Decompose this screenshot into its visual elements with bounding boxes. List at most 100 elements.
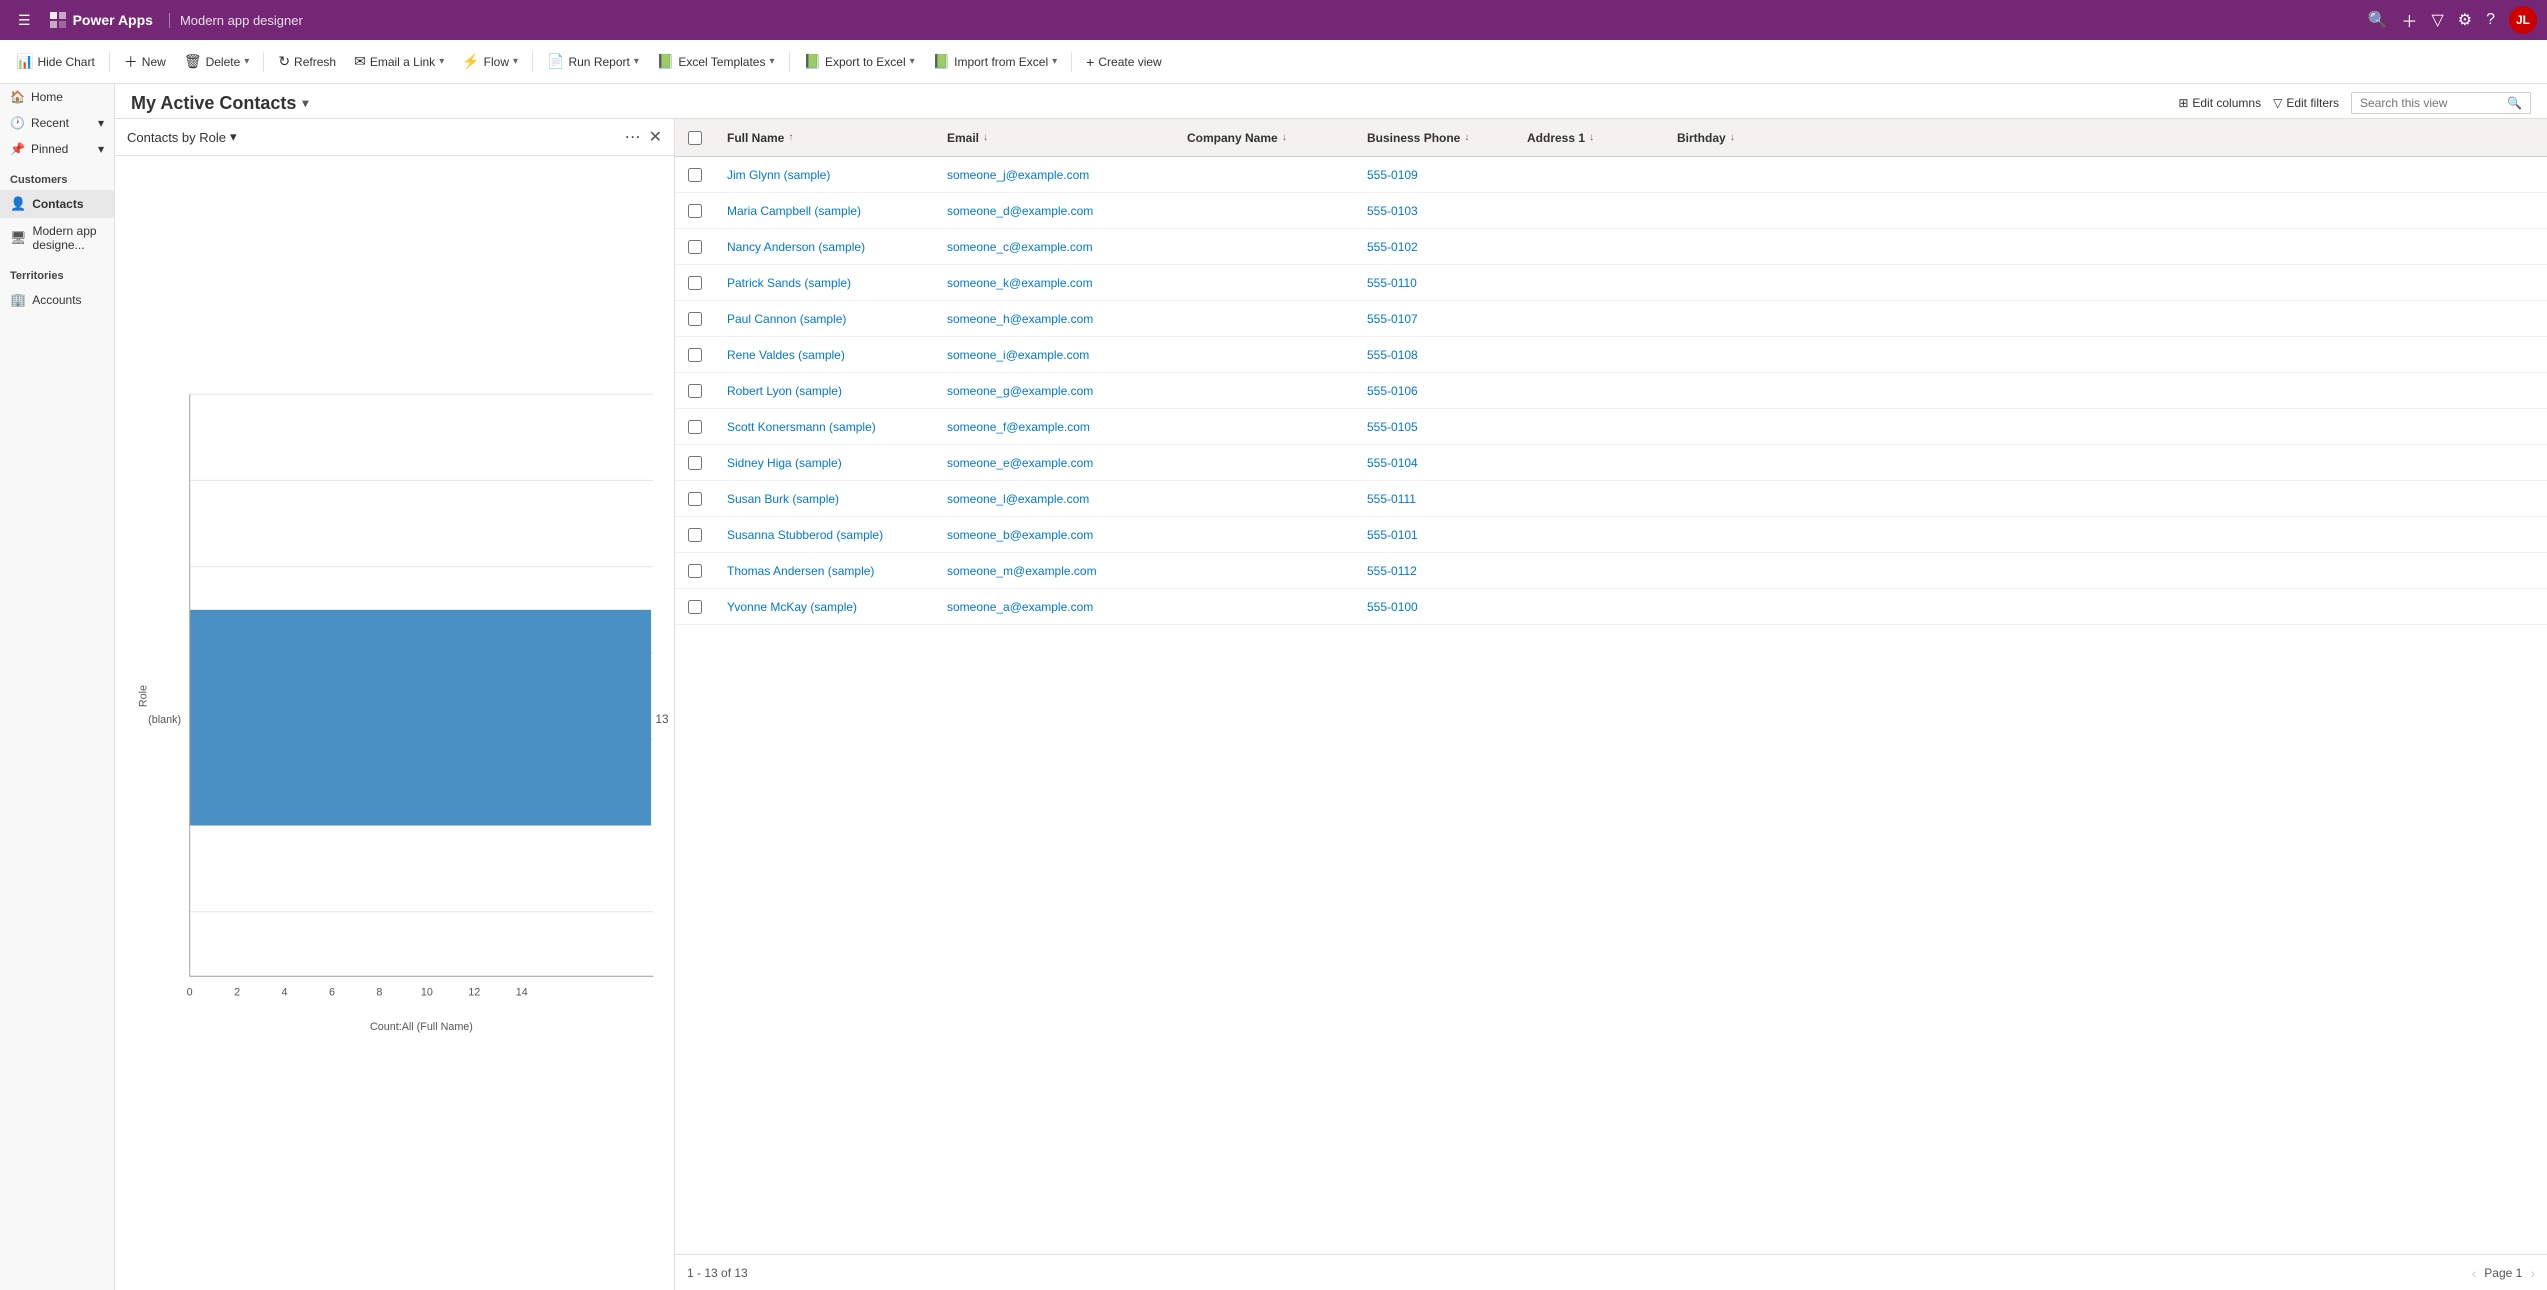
add-icon[interactable]: ＋ bbox=[2401, 8, 2417, 32]
row-checkbox[interactable] bbox=[675, 600, 715, 614]
email-dropdown-arrow[interactable]: ▾ bbox=[439, 56, 444, 67]
cell-email[interactable]: someone_b@example.com bbox=[935, 528, 1175, 542]
row-checkbox[interactable] bbox=[675, 564, 715, 578]
avatar[interactable]: JL bbox=[2509, 6, 2537, 34]
sidebar-item-pinned[interactable]: 📌 Pinned ▾ bbox=[0, 136, 114, 162]
hamburger-menu[interactable]: ☰ bbox=[10, 4, 39, 37]
row-select-input[interactable] bbox=[688, 312, 702, 326]
sidebar-item-contacts[interactable]: 👤 Contacts bbox=[0, 190, 114, 218]
email-link-button[interactable]: ✉ Email a Link ▾ bbox=[346, 49, 452, 74]
hide-chart-button[interactable]: 📊 Hide Chart bbox=[8, 49, 103, 74]
cell-full-name[interactable]: Paul Cannon (sample) bbox=[715, 312, 935, 326]
cell-phone[interactable]: 555-0108 bbox=[1355, 348, 1515, 362]
search-input[interactable] bbox=[2360, 96, 2507, 110]
new-button[interactable]: ＋ New bbox=[116, 48, 174, 76]
import-dropdown-arrow[interactable]: ▾ bbox=[1052, 56, 1057, 67]
row-select-input[interactable] bbox=[688, 492, 702, 506]
row-checkbox[interactable] bbox=[675, 168, 715, 182]
excel-templates-dropdown-arrow[interactable]: ▾ bbox=[769, 56, 774, 67]
cell-full-name[interactable]: Sidney Higa (sample) bbox=[715, 456, 935, 470]
chart-title-button[interactable]: Contacts by Role ▾ bbox=[127, 129, 237, 145]
flow-dropdown-arrow[interactable]: ▾ bbox=[513, 56, 518, 67]
cell-full-name[interactable]: Susanna Stubberod (sample) bbox=[715, 528, 935, 542]
cell-phone[interactable]: 555-0101 bbox=[1355, 528, 1515, 542]
refresh-button[interactable]: ↻ Refresh bbox=[270, 49, 344, 74]
cell-phone[interactable]: 555-0102 bbox=[1355, 240, 1515, 254]
row-checkbox[interactable] bbox=[675, 204, 715, 218]
row-checkbox[interactable] bbox=[675, 492, 715, 506]
row-select-input[interactable] bbox=[688, 240, 702, 254]
cell-full-name[interactable]: Nancy Anderson (sample) bbox=[715, 240, 935, 254]
row-checkbox[interactable] bbox=[675, 420, 715, 434]
filter-icon[interactable]: ▽ bbox=[2431, 10, 2443, 30]
cell-phone[interactable]: 555-0100 bbox=[1355, 600, 1515, 614]
row-select-input[interactable] bbox=[688, 384, 702, 398]
cell-phone[interactable]: 555-0106 bbox=[1355, 384, 1515, 398]
help-icon[interactable]: ? bbox=[2486, 11, 2495, 29]
cell-full-name[interactable]: Jim Glynn (sample) bbox=[715, 168, 935, 182]
cell-full-name[interactable]: Robert Lyon (sample) bbox=[715, 384, 935, 398]
sidebar-item-home[interactable]: 🏠 Home bbox=[0, 84, 114, 110]
delete-button[interactable]: 🗑 Delete ▾ bbox=[176, 49, 258, 74]
cell-full-name[interactable]: Scott Konersmann (sample) bbox=[715, 420, 935, 434]
row-checkbox[interactable] bbox=[675, 384, 715, 398]
row-select-input[interactable] bbox=[688, 456, 702, 470]
cell-full-name[interactable]: Yvonne McKay (sample) bbox=[715, 600, 935, 614]
cell-email[interactable]: someone_a@example.com bbox=[935, 600, 1175, 614]
row-checkbox[interactable] bbox=[675, 456, 715, 470]
cell-email[interactable]: someone_i@example.com bbox=[935, 348, 1175, 362]
sidebar-item-modern-app-designer[interactable]: 🖥 Modern app designe... bbox=[0, 218, 114, 258]
report-dropdown-arrow[interactable]: ▾ bbox=[634, 56, 639, 67]
cell-phone[interactable]: 555-0112 bbox=[1355, 564, 1515, 578]
chart-more-button[interactable]: ⋯ bbox=[625, 127, 641, 147]
row-select-input[interactable] bbox=[688, 564, 702, 578]
row-select-input[interactable] bbox=[688, 276, 702, 290]
cell-full-name[interactable]: Rene Valdes (sample) bbox=[715, 348, 935, 362]
chart-close-button[interactable]: ✕ bbox=[649, 127, 662, 147]
select-all-checkbox[interactable] bbox=[675, 131, 715, 145]
search-box[interactable]: 🔍 bbox=[2351, 92, 2531, 114]
edit-columns-button[interactable]: ⊞ Edit columns bbox=[2178, 96, 2261, 110]
row-select-input[interactable] bbox=[688, 528, 702, 542]
run-report-button[interactable]: 📄 Run Report ▾ bbox=[539, 49, 647, 74]
cell-phone[interactable]: 555-0105 bbox=[1355, 420, 1515, 434]
excel-templates-button[interactable]: 📗 Excel Templates ▾ bbox=[649, 49, 783, 74]
view-title[interactable]: My Active Contacts ▾ bbox=[131, 93, 308, 114]
header-business-phone[interactable]: Business Phone ↓ bbox=[1355, 131, 1515, 145]
export-excel-button[interactable]: 📗 Export to Excel ▾ bbox=[796, 49, 923, 74]
row-select-input[interactable] bbox=[688, 348, 702, 362]
search-icon[interactable]: 🔍 bbox=[2368, 10, 2388, 30]
header-company-name[interactable]: Company Name ↓ bbox=[1175, 131, 1355, 145]
row-select-input[interactable] bbox=[688, 420, 702, 434]
delete-dropdown-arrow[interactable]: ▾ bbox=[244, 56, 249, 67]
cell-phone[interactable]: 555-0104 bbox=[1355, 456, 1515, 470]
header-birthday[interactable]: Birthday ↓ bbox=[1665, 131, 1785, 145]
edit-filters-button[interactable]: ▽ Edit filters bbox=[2273, 96, 2339, 110]
settings-icon[interactable]: ⚙ bbox=[2458, 10, 2472, 30]
cell-email[interactable]: someone_k@example.com bbox=[935, 276, 1175, 290]
cell-phone[interactable]: 555-0110 bbox=[1355, 276, 1515, 290]
cell-email[interactable]: someone_h@example.com bbox=[935, 312, 1175, 326]
next-page-button[interactable]: › bbox=[2530, 1265, 2535, 1281]
cell-phone[interactable]: 555-0111 bbox=[1355, 492, 1515, 506]
import-excel-button[interactable]: 📗 Import from Excel ▾ bbox=[925, 49, 1066, 74]
cell-phone[interactable]: 555-0109 bbox=[1355, 168, 1515, 182]
row-checkbox[interactable] bbox=[675, 528, 715, 542]
row-select-input[interactable] bbox=[688, 600, 702, 614]
cell-email[interactable]: someone_c@example.com bbox=[935, 240, 1175, 254]
header-email[interactable]: Email ↓ bbox=[935, 131, 1175, 145]
select-all-input[interactable] bbox=[688, 131, 702, 145]
cell-full-name[interactable]: Maria Campbell (sample) bbox=[715, 204, 935, 218]
row-checkbox[interactable] bbox=[675, 348, 715, 362]
cell-email[interactable]: someone_j@example.com bbox=[935, 168, 1175, 182]
sidebar-item-accounts[interactable]: 🏢 Accounts bbox=[0, 286, 114, 314]
row-select-input[interactable] bbox=[688, 168, 702, 182]
cell-email[interactable]: someone_d@example.com bbox=[935, 204, 1175, 218]
cell-full-name[interactable]: Susan Burk (sample) bbox=[715, 492, 935, 506]
cell-full-name[interactable]: Patrick Sands (sample) bbox=[715, 276, 935, 290]
cell-phone[interactable]: 555-0107 bbox=[1355, 312, 1515, 326]
header-full-name[interactable]: Full Name ↑ bbox=[715, 131, 935, 145]
flow-button[interactable]: ⚡ Flow ▾ bbox=[454, 49, 526, 74]
create-view-button[interactable]: + Create view bbox=[1078, 50, 1170, 74]
sidebar-item-recent[interactable]: 🕐 Recent ▾ bbox=[0, 110, 114, 136]
